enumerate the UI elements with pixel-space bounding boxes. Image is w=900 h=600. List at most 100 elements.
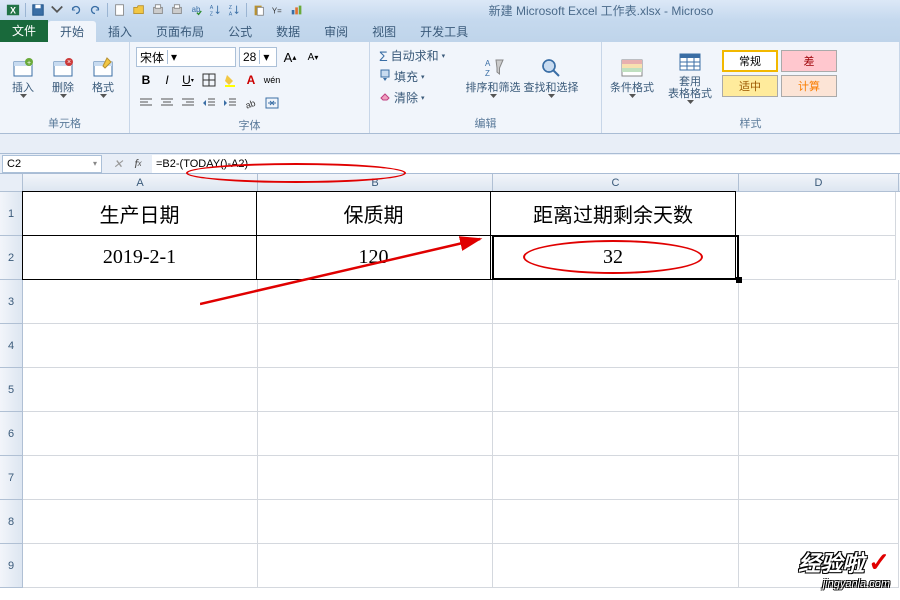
tab-formulas[interactable]: 公式 (216, 21, 264, 42)
merge-center-icon[interactable] (262, 93, 282, 113)
tab-home[interactable]: 开始 (48, 21, 96, 42)
row-header-1[interactable]: 1 (0, 192, 23, 236)
phonetic-button[interactable]: wén (262, 70, 282, 90)
tab-insert[interactable]: 插入 (96, 21, 144, 42)
cell-D8[interactable] (739, 500, 899, 544)
increase-font-icon[interactable]: A▴ (280, 47, 300, 67)
tab-developer[interactable]: 开发工具 (408, 21, 480, 42)
cell-style-neutral[interactable]: 适中 (722, 75, 778, 97)
fill-handle[interactable] (736, 277, 742, 283)
format-button[interactable]: 格式 (84, 44, 122, 110)
cell-style-calc[interactable]: 计算 (781, 75, 837, 97)
cell-D2[interactable] (736, 236, 896, 280)
column-header-C[interactable]: C (493, 174, 739, 191)
name-box[interactable]: C2 ▾ (2, 155, 102, 173)
cell-B2[interactable]: 120 (256, 235, 491, 280)
cell-C1[interactable]: 距离过期剩余天数 (490, 191, 736, 236)
qat-dropdown-icon[interactable] (48, 2, 66, 18)
row-header-2[interactable]: 2 (0, 236, 23, 280)
open-icon[interactable] (130, 2, 148, 18)
delete-button[interactable]: × 删除 (44, 44, 82, 110)
formula-icon[interactable]: Y= (269, 2, 287, 18)
cell-A9[interactable] (23, 544, 258, 588)
cell-C8[interactable] (493, 500, 739, 544)
undo-icon[interactable] (67, 2, 85, 18)
table-format-button[interactable]: 套用 表格格式 (664, 44, 716, 110)
cell-D4[interactable] (739, 324, 899, 368)
fill-color-button[interactable] (220, 70, 240, 90)
increase-indent-icon[interactable] (220, 93, 240, 113)
cell-B9[interactable] (258, 544, 493, 588)
font-color-button[interactable]: A (241, 70, 261, 90)
spellcheck-icon[interactable]: ab (187, 2, 205, 18)
select-all-corner[interactable] (0, 174, 23, 191)
column-header-B[interactable]: B (258, 174, 493, 191)
sort-asc-icon[interactable]: AZ (206, 2, 224, 18)
cell-A8[interactable] (23, 500, 258, 544)
row-header-8[interactable]: 8 (0, 500, 23, 544)
fill-button[interactable]: 填充▾ (376, 67, 462, 86)
cell-B7[interactable] (258, 456, 493, 500)
cell-C5[interactable] (493, 368, 739, 412)
font-name-combo[interactable]: 宋体▾ (136, 47, 236, 67)
column-header-D[interactable]: D (739, 174, 899, 191)
print-preview-icon[interactable] (149, 2, 167, 18)
cell-A6[interactable] (23, 412, 258, 456)
row-header-9[interactable]: 9 (0, 544, 23, 588)
column-header-A[interactable]: A (23, 174, 258, 191)
row-header-7[interactable]: 7 (0, 456, 23, 500)
row-header-6[interactable]: 6 (0, 412, 23, 456)
underline-button[interactable]: U▾ (178, 70, 198, 90)
align-right-icon[interactable] (178, 93, 198, 113)
border-button[interactable] (199, 70, 219, 90)
decrease-indent-icon[interactable] (199, 93, 219, 113)
align-center-icon[interactable] (157, 93, 177, 113)
cell-C9[interactable] (493, 544, 739, 588)
chart-icon[interactable] (288, 2, 306, 18)
cell-C2[interactable]: 32 (490, 235, 736, 280)
cell-A2[interactable]: 2019-2-1 (22, 235, 257, 280)
cell-B8[interactable] (258, 500, 493, 544)
cell-B4[interactable] (258, 324, 493, 368)
sort-filter-button[interactable]: AZ 排序和筛选 (464, 44, 522, 110)
align-left-icon[interactable] (136, 93, 156, 113)
cell-C7[interactable] (493, 456, 739, 500)
cell-C3[interactable] (493, 280, 739, 324)
find-select-button[interactable]: 查找和选择 (522, 44, 580, 110)
orientation-icon[interactable]: ab (241, 93, 261, 113)
row-header-5[interactable]: 5 (0, 368, 23, 412)
tab-review[interactable]: 审阅 (312, 21, 360, 42)
tab-page-layout[interactable]: 页面布局 (144, 21, 216, 42)
row-header-3[interactable]: 3 (0, 280, 23, 324)
paste-icon[interactable] (250, 2, 268, 18)
cell-D3[interactable] (739, 280, 899, 324)
new-icon[interactable] (111, 2, 129, 18)
cell-A7[interactable] (23, 456, 258, 500)
font-size-combo[interactable]: 28▾ (239, 47, 277, 67)
cell-D6[interactable] (739, 412, 899, 456)
tab-data[interactable]: 数据 (264, 21, 312, 42)
cell-A1[interactable]: 生产日期 (22, 191, 257, 236)
cell-A5[interactable] (23, 368, 258, 412)
cancel-formula-icon[interactable]: ✕ (110, 156, 126, 172)
quick-print-icon[interactable] (168, 2, 186, 18)
cell-C4[interactable] (493, 324, 739, 368)
bold-button[interactable]: B (136, 70, 156, 90)
tab-view[interactable]: 视图 (360, 21, 408, 42)
cell-A3[interactable] (23, 280, 258, 324)
sort-desc-icon[interactable]: ZA (225, 2, 243, 18)
cell-D5[interactable] (739, 368, 899, 412)
excel-icon[interactable]: X (4, 2, 22, 18)
cell-B5[interactable] (258, 368, 493, 412)
cell-C6[interactable] (493, 412, 739, 456)
autosum-button[interactable]: Σ自动求和▾ (376, 46, 462, 65)
cell-B6[interactable] (258, 412, 493, 456)
clear-button[interactable]: 清除▾ (376, 88, 462, 107)
cell-D1[interactable] (736, 192, 896, 236)
fx-icon[interactable]: fx (130, 156, 146, 172)
conditional-format-button[interactable]: 条件格式 (606, 44, 658, 110)
cell-style-normal[interactable]: 常规 (722, 50, 778, 72)
save-icon[interactable] (29, 2, 47, 18)
redo-icon[interactable] (86, 2, 104, 18)
file-tab[interactable]: 文件 (0, 20, 48, 42)
